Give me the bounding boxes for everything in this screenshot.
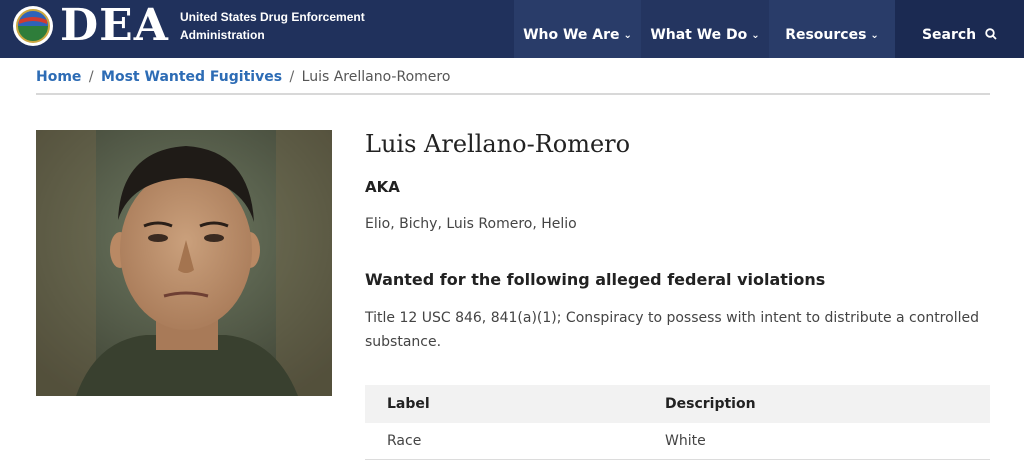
nav-who-we-are-label: Who We Are (523, 27, 620, 43)
details-table: Label Description Race White (365, 385, 990, 460)
table-header-label: Label (387, 396, 430, 412)
fugitive-name: Luis Arellano-Romero (365, 130, 631, 158)
nav-resources[interactable]: Resources ⌄ (769, 0, 895, 58)
table-cell-description: White (665, 433, 706, 449)
violations-heading: Wanted for the following alleged federal… (365, 270, 826, 289)
nav-what-we-do-label: What We Do (650, 27, 748, 43)
nav-search[interactable]: Search (895, 0, 1024, 58)
breadcrumb-separator: / (289, 69, 295, 85)
nav-who-we-are[interactable]: Who We Are ⌄ (514, 0, 641, 58)
breadcrumb-separator: / (88, 69, 94, 85)
breadcrumb: Home / Most Wanted Fugitives / Luis Arel… (36, 67, 450, 87)
chevron-down-icon: ⌄ (751, 30, 760, 41)
dea-logo-text[interactable]: DEA (60, 1, 169, 51)
site-header: DEA United States Drug Enforcement Admin… (0, 0, 1024, 58)
aka-values: Elio, Bichy, Luis Romero, Helio (365, 216, 577, 232)
nav-what-we-do[interactable]: What We Do ⌄ (641, 0, 769, 58)
nav-search-label: Search (921, 27, 977, 43)
table-header-description: Description (665, 396, 756, 412)
chevron-down-icon: ⌄ (623, 30, 632, 41)
table-header-row: Label Description (365, 385, 990, 423)
fugitive-photo (36, 130, 332, 396)
aka-heading: AKA (365, 178, 400, 196)
nav-resources-label: Resources (785, 27, 867, 43)
agency-name-line1: United States Drug Enforcement (180, 10, 365, 24)
chevron-down-icon: ⌄ (870, 30, 879, 41)
divider (36, 93, 990, 95)
table-row: Race White (365, 423, 990, 460)
agency-name-line2: Administration (180, 28, 265, 42)
breadcrumb-most-wanted-link[interactable]: Most Wanted Fugitives (101, 69, 282, 85)
breadcrumb-current: Luis Arellano-Romero (301, 69, 451, 85)
violations-text: Title 12 USC 846, 841(a)(1); Conspiracy … (365, 310, 979, 350)
search-icon (985, 28, 997, 40)
agency-name: United States Drug Enforcement Administr… (180, 8, 410, 44)
dea-seal-icon[interactable] (13, 6, 53, 46)
table-cell-label: Race (387, 433, 422, 449)
breadcrumb-home-link[interactable]: Home (36, 69, 81, 85)
